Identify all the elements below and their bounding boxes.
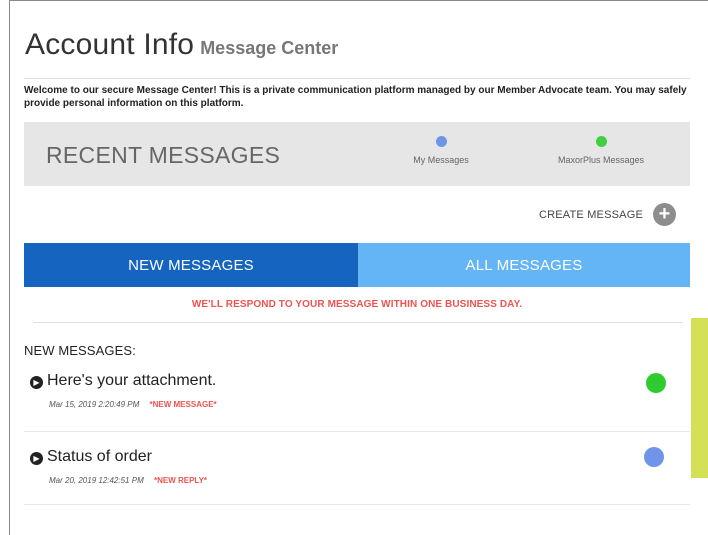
message-status-dot [644,447,664,467]
create-message-button[interactable]: CREATE MESSAGE + [539,203,676,226]
legend-dot-my-messages [435,136,447,147]
tab-all-messages[interactable]: ALL MESSAGES [358,243,690,287]
recent-messages-title: RECENT MESSAGES [46,142,281,168]
new-messages-heading: NEW MESSAGES: [24,343,136,358]
welcome-text: Welcome to our secure Message Center! Th… [24,85,687,109]
message-status-dot [646,373,666,393]
message-subject[interactable]: Status of order [47,448,152,466]
legend-dot-maxorplus-messages [595,136,607,147]
list-item[interactable]: ▶ Status of order Mar 20, 2019 12:42:51 … [24,432,690,505]
message-subject[interactable]: Here's your attachment. [47,372,216,390]
create-message-label[interactable]: CREATE MESSAGE [539,209,643,221]
legend-maxorplus-messages: MaxorPlus Messages [546,136,656,165]
plus-icon[interactable]: + [653,203,676,226]
response-notice: WE'LL RESPOND TO YOUR MESSAGE WITHIN ONE… [191,299,523,310]
legend-my-messages: My Messages [406,136,476,165]
page-title-main: Account Info [25,28,195,61]
chevron-right-icon[interactable]: ▶ [30,452,43,465]
page-subtitle: Message Center [200,38,339,58]
message-badge: *NEW REPLY* [153,476,208,485]
feedback-side-tab[interactable] [691,318,708,478]
page-title: Account Info Message Center [25,28,338,62]
tab-new-messages[interactable]: NEW MESSAGES [24,243,358,287]
divider [24,78,690,79]
legend-label-my-messages: My Messages [413,155,469,165]
window-border-left [9,0,10,535]
list-item[interactable]: ▶ Here's your attachment. Mar 15, 2019 2… [24,365,690,432]
message-badge: *NEW MESSAGE* [149,400,217,409]
message-meta: Mar 20, 2019 12:42:51 PM *NEW REPLY* [49,476,207,485]
chevron-right-icon[interactable]: ▶ [30,376,43,389]
message-meta: Mar 15, 2019 2:20:49 PM *NEW MESSAGE* [49,400,217,409]
legend-label-maxorplus-messages: MaxorPlus Messages [557,155,645,165]
window-border-top [9,0,708,1]
message-tabs: NEW MESSAGES ALL MESSAGES [24,243,690,287]
recent-messages-panel: RECENT MESSAGES My Messages MaxorPlus Me… [24,122,690,186]
divider [33,322,683,323]
message-date: Mar 20, 2019 12:42:51 PM [49,476,144,485]
message-date: Mar 15, 2019 2:20:49 PM [49,400,140,409]
